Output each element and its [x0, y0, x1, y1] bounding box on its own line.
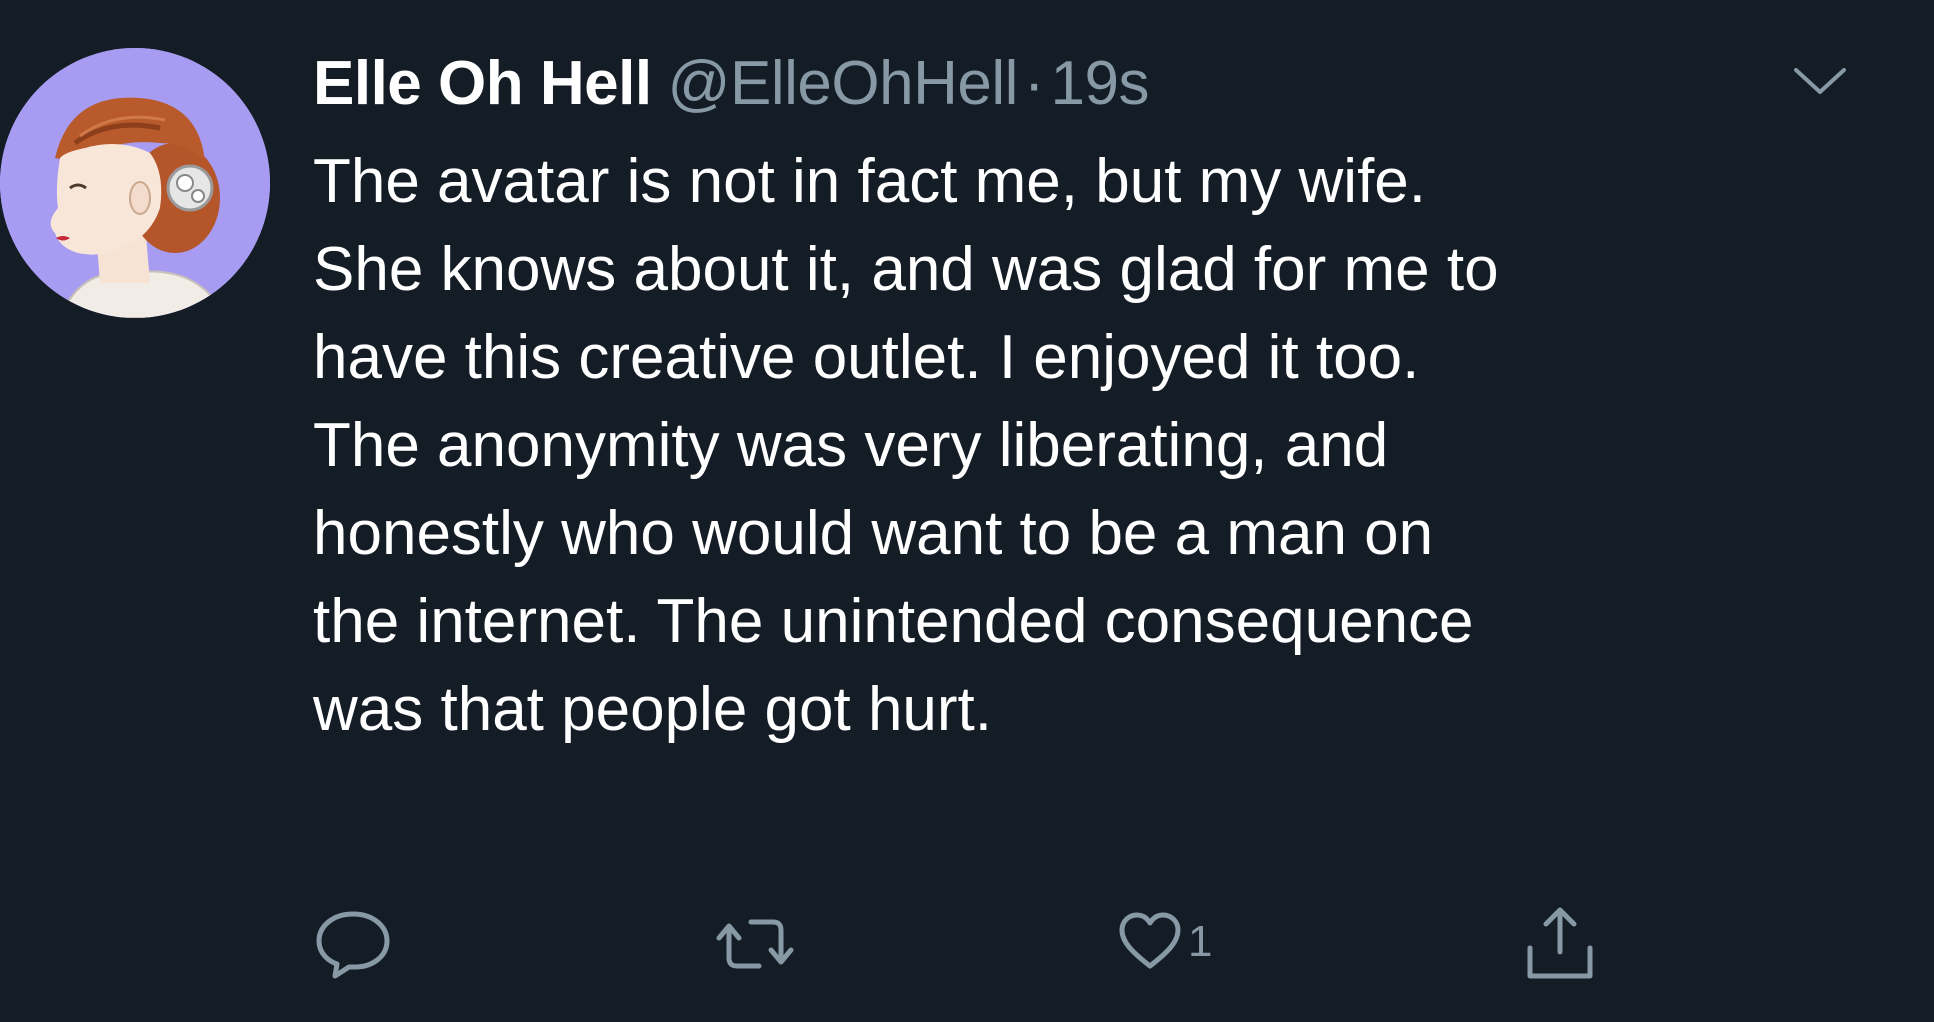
- avatar-illustration: [0, 48, 270, 318]
- tweet-text: The avatar is not in fact me, but my wif…: [313, 138, 1913, 754]
- like-count: 1: [1188, 917, 1213, 966]
- user-handle[interactable]: @ElleOhHell: [668, 48, 1019, 119]
- tweet-text-line: She knows about it, and was glad for me …: [313, 235, 1499, 304]
- tweet: Elle Oh Hell @ElleOhHell · 19s The avata…: [0, 0, 1934, 1022]
- display-name[interactable]: Elle Oh Hell: [313, 48, 652, 119]
- retweet-button[interactable]: [715, 912, 795, 976]
- retweet-icon: [716, 919, 794, 969]
- share-icon: [1527, 907, 1593, 979]
- tweet-text-line: The avatar is not in fact me, but my wif…: [313, 147, 1427, 216]
- tweet-text-line: have this creative outlet. I enjoyed it …: [313, 323, 1420, 392]
- tweet-text-line: The anonymity was very liberating, and: [313, 411, 1389, 480]
- reply-button[interactable]: [313, 908, 393, 980]
- separator-dot: ·: [1023, 49, 1045, 118]
- timestamp[interactable]: 19s: [1051, 48, 1150, 119]
- chevron-down-icon[interactable]: [1790, 62, 1850, 98]
- like-button[interactable]: 1: [1118, 910, 1212, 974]
- tweet-text-line: the internet. The unintended consequence: [313, 587, 1474, 656]
- avatar[interactable]: [0, 48, 270, 318]
- tweet-header: Elle Oh Hell @ElleOhHell · 19s: [313, 48, 1150, 128]
- share-button[interactable]: [1520, 904, 1600, 984]
- heart-icon: [1119, 912, 1181, 969]
- tweet-text-line: honestly who would want to be a man on: [313, 499, 1434, 568]
- tweet-text-line: was that people got hurt.: [313, 675, 993, 744]
- reply-icon: [316, 911, 390, 979]
